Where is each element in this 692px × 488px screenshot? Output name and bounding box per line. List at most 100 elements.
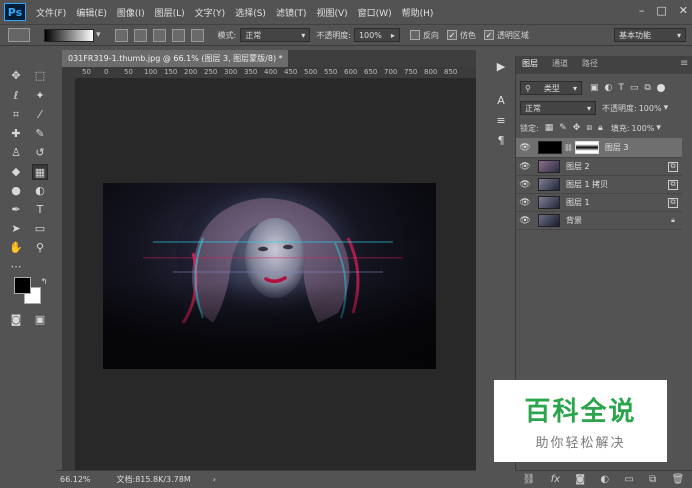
visibility-eye-icon[interactable]: 👁︎	[516, 143, 534, 153]
visibility-eye-icon[interactable]: 👁︎	[516, 162, 534, 172]
fx-icon[interactable]: fx	[551, 474, 560, 485]
folder-icon[interactable]: ▭	[624, 474, 633, 485]
layer-row[interactable]: 👁︎ 图层 2 ⧉	[516, 158, 682, 176]
hand-tool-icon[interactable]: ✋	[8, 240, 24, 256]
layer-row[interactable]: 👁︎ 图层 1 拷贝 ⧉	[516, 176, 682, 194]
healing-brush-icon[interactable]: ✚	[8, 126, 24, 142]
filter-smart-icon[interactable]: ⧉	[644, 83, 650, 93]
marquee-tool-icon[interactable]: ⬚	[32, 68, 48, 84]
type-tool-icon[interactable]: T	[32, 202, 48, 218]
chevron-right-icon[interactable]: ›	[213, 475, 216, 484]
maximize-icon[interactable]: □	[656, 4, 666, 17]
pen-tool-icon[interactable]: ✒	[8, 202, 24, 218]
workspace-select[interactable]: 基本功能 ▾	[614, 28, 686, 42]
filter-shape-icon[interactable]: ▭	[630, 83, 639, 93]
menu-layer[interactable]: 图层(L)	[155, 6, 185, 19]
layer-row-selected[interactable]: 👁︎ ⛓ 图层 3	[516, 138, 682, 158]
minimize-icon[interactable]: –	[639, 4, 645, 17]
chevron-down-icon[interactable]: ▾	[664, 103, 669, 113]
play-icon[interactable]: ▶	[490, 60, 512, 80]
new-layer-icon[interactable]: ⧉	[649, 474, 656, 485]
eyedropper-icon[interactable]: ⁄	[32, 107, 48, 123]
opacity-field[interactable]: 100% ▸	[353, 28, 400, 42]
history-brush-icon[interactable]: ↺	[32, 145, 48, 161]
layer-row[interactable]: 👁︎ 图层 1 ⧉	[516, 194, 682, 212]
link-icon[interactable]: ⛓	[523, 474, 536, 485]
menu-view[interactable]: 视图(V)	[316, 6, 347, 19]
layer-name[interactable]: 图层 3	[605, 142, 629, 153]
menu-select[interactable]: 选择(S)	[235, 6, 266, 19]
visibility-eye-icon[interactable]: 👁︎	[516, 198, 534, 208]
chevron-down-icon[interactable]: ▾	[656, 123, 661, 133]
quick-mask-icon[interactable]: ◙	[8, 312, 24, 328]
blur-tool-icon[interactable]: ●	[8, 183, 24, 199]
link-icon[interactable]: ⛓	[564, 144, 573, 152]
align-icon[interactable]: ≡	[490, 114, 512, 134]
angle-gradient-button[interactable]	[152, 28, 166, 42]
menu-type[interactable]: 文字(Y)	[195, 6, 226, 19]
diamond-gradient-button[interactable]	[190, 28, 204, 42]
gradient-preview[interactable]	[44, 28, 94, 42]
menu-image[interactable]: 图像(I)	[117, 6, 145, 19]
move-tool-icon[interactable]: ✥	[8, 68, 24, 84]
visibility-eye-icon[interactable]: 👁︎	[516, 180, 534, 190]
gradient-tool-icon[interactable]: ▦	[32, 164, 48, 180]
menu-filter[interactable]: 滤镜(T)	[276, 6, 307, 19]
path-select-icon[interactable]: ➤	[8, 221, 24, 237]
visibility-eye-icon[interactable]: 👁︎	[516, 216, 534, 226]
blend-mode-select[interactable]: 正常 ▾	[520, 101, 596, 115]
lock-artboard-icon[interactable]: ⧈	[586, 123, 592, 133]
menu-edit[interactable]: 编辑(E)	[76, 6, 107, 19]
tab-channels[interactable]: 通道	[552, 58, 568, 69]
lock-position-icon[interactable]: ✥	[573, 123, 581, 133]
trash-icon[interactable]: 🗑︎	[672, 474, 685, 485]
filter-select[interactable]: ⚲ 类型 ▾	[520, 81, 582, 95]
reflected-gradient-button[interactable]	[171, 28, 185, 42]
layer-mask-thumbnail[interactable]	[574, 141, 599, 154]
screen-mode-icon[interactable]: ▣	[32, 312, 48, 328]
layer-name[interactable]: 图层 1 拷贝	[566, 179, 608, 190]
layer-name[interactable]: 背景	[566, 215, 582, 226]
menu-help[interactable]: 帮助(H)	[402, 6, 434, 19]
document-canvas[interactable]	[103, 183, 436, 369]
menu-window[interactable]: 窗口(W)	[358, 6, 392, 19]
adjustment-icon[interactable]: ◐	[600, 474, 609, 485]
close-icon[interactable]: ✕	[679, 4, 688, 17]
tab-paths[interactable]: 路径	[582, 58, 598, 69]
reverse-checkbox[interactable]	[409, 30, 420, 40]
mask-icon[interactable]: ◙	[575, 474, 585, 485]
mode-select[interactable]: 正常 ▾	[240, 28, 311, 42]
zoom-level[interactable]: 66.12%	[60, 475, 91, 484]
foreground-color-swatch[interactable]	[14, 277, 31, 294]
eraser-tool-icon[interactable]: ◆	[8, 164, 24, 180]
tool-preset-picker[interactable]	[8, 28, 30, 42]
menu-file[interactable]: 文件(F)	[36, 6, 66, 19]
rectangle-tool-icon[interactable]: ▭	[32, 221, 48, 237]
layer-opacity-value[interactable]: 100%	[639, 104, 662, 113]
layer-name[interactable]: 图层 2	[566, 161, 590, 172]
transparency-checkbox[interactable]: ✓	[483, 30, 494, 40]
paragraph-icon[interactable]: ¶	[490, 134, 512, 154]
tab-layers[interactable]: 图层	[522, 58, 538, 69]
lock-transparent-icon[interactable]: ▦	[545, 123, 554, 133]
clone-stamp-icon[interactable]: ♙	[8, 145, 24, 161]
swap-colors-icon[interactable]: ↰	[36, 274, 52, 290]
filter-type-icon[interactable]: T	[618, 83, 624, 93]
brush-tool-icon[interactable]: ✎	[32, 126, 48, 142]
linear-gradient-button[interactable]	[114, 28, 128, 42]
more-tools-icon[interactable]: ⋯	[8, 259, 24, 275]
radial-gradient-button[interactable]	[133, 28, 147, 42]
fill-value[interactable]: 100%	[632, 124, 655, 133]
crop-tool-icon[interactable]: ⌗	[8, 107, 24, 123]
chevron-down-icon[interactable]: ▾	[96, 30, 101, 40]
filter-pixel-icon[interactable]: ▣	[590, 83, 599, 93]
lock-paint-icon[interactable]: ✎	[559, 123, 567, 133]
layer-name[interactable]: 图层 1	[566, 197, 590, 208]
character-icon[interactable]: A	[490, 94, 512, 114]
lock-all-icon[interactable]: 🔒︎	[598, 123, 603, 133]
document-tab[interactable]: 031FR319-1.thumb.jpg @ 66.1% (图层 3, 图层蒙版…	[62, 50, 288, 67]
dither-checkbox[interactable]: ✓	[446, 30, 457, 40]
magic-wand-icon[interactable]: ✦	[32, 88, 48, 104]
filter-toggle[interactable]	[656, 84, 665, 92]
filter-adjust-icon[interactable]: ◐	[605, 83, 613, 93]
